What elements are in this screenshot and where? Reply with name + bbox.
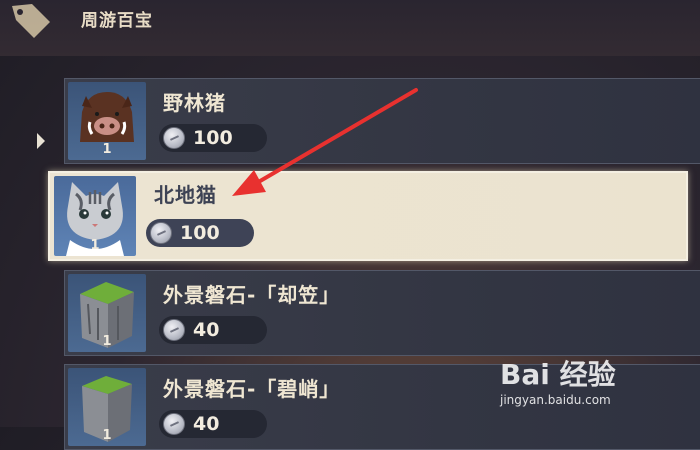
watermark-url: jingyan.baidu.com (500, 393, 611, 407)
price-value: 40 (193, 413, 220, 435)
item-quantity: 1 (90, 238, 100, 253)
shop-header: 周游百宝 (0, 0, 700, 56)
price-value: 100 (180, 222, 220, 244)
shop-item-row[interactable]: 1 外景磐石-「却笠」 40 (64, 270, 700, 356)
item-name: 北地猫 (154, 183, 217, 207)
price-value: 40 (193, 319, 220, 341)
item-price: 40 (159, 410, 267, 438)
item-price: 40 (159, 316, 267, 344)
item-thumbnail: 1 (68, 368, 146, 446)
watermark: Bai 经验 jingyan.baidu.com (500, 353, 660, 413)
watermark-brand: Bai 经验 (500, 358, 616, 391)
item-name: 野林猪 (163, 91, 226, 115)
price-tag-icon (12, 4, 50, 38)
selection-arrow-icon (37, 133, 45, 149)
coin-icon (163, 413, 185, 435)
item-quantity: 1 (102, 334, 112, 349)
shop-title: 周游百宝 (81, 11, 153, 31)
item-name: 外景磐石-「碧峭」 (163, 377, 341, 401)
coin-icon (163, 319, 185, 341)
item-quantity: 1 (102, 142, 112, 157)
coin-icon (150, 222, 172, 244)
shop-item-row-selected[interactable]: 1 北地猫 100 (48, 171, 688, 261)
item-thumbnail: 1 (68, 274, 146, 352)
item-name: 外景磐石-「却笠」 (163, 283, 341, 307)
item-price: 100 (159, 124, 267, 152)
coin-icon (163, 127, 185, 149)
item-price: 100 (146, 219, 254, 247)
item-quantity: 1 (102, 428, 112, 443)
price-value: 100 (193, 127, 233, 149)
shop-item-row[interactable]: 1 野林猪 100 (64, 78, 700, 164)
item-thumbnail: 1 (68, 82, 146, 160)
item-thumbnail: 1 (54, 176, 136, 256)
